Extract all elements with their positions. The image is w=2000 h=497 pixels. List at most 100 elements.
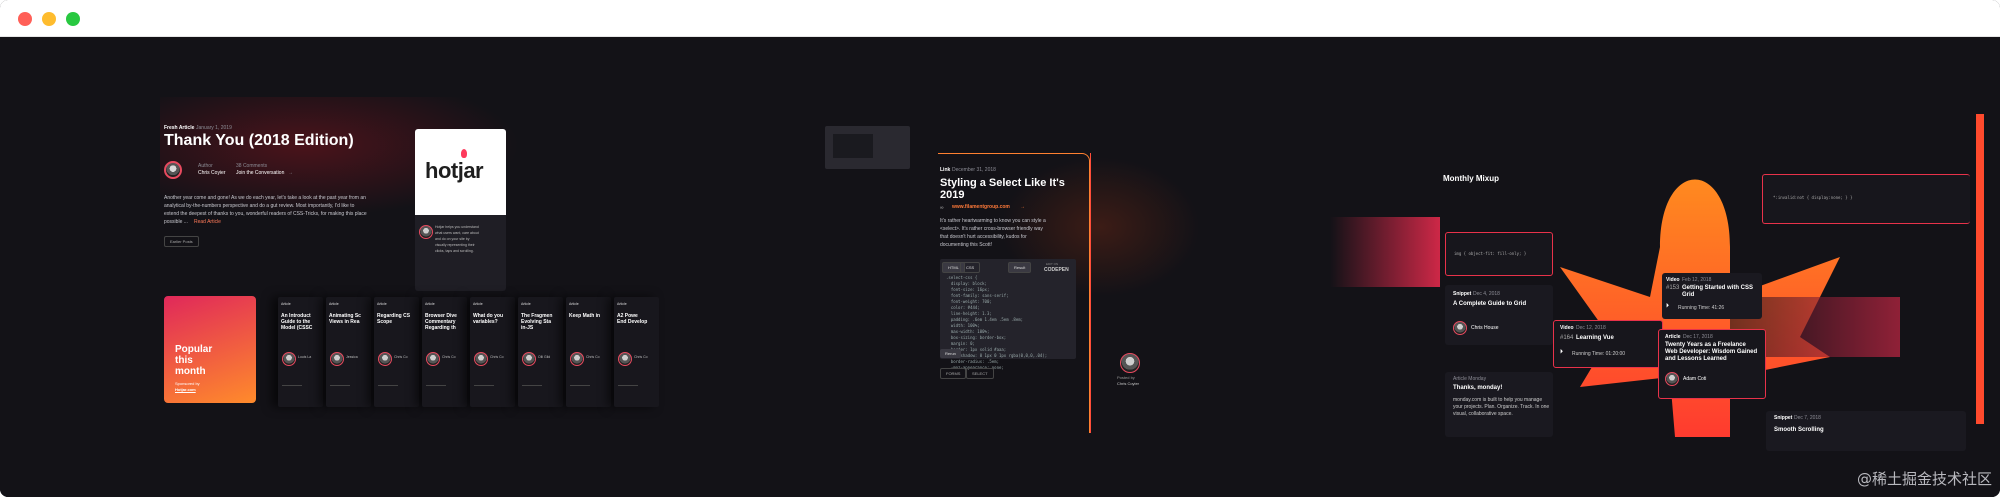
link-body-line: It's rather heartwarming to know you can… xyxy=(940,218,1046,224)
author-role: Author xyxy=(198,163,213,169)
hotjar-wordmark: hotjar xyxy=(425,158,484,183)
sponsor-avatar xyxy=(419,225,433,239)
author-avatar xyxy=(474,352,488,366)
article-excerpt-line: possible ... xyxy=(164,219,188,225)
earlier-posts-button[interactable]: Earlier Posts xyxy=(164,236,199,247)
snippet-card[interactable]: Snippet Dec 4, 2018 A Complete Guide to … xyxy=(1445,285,1553,345)
sponsor-text-line: Hotjar helps you understand xyxy=(435,225,479,229)
video-running-time: Running Time: 01:20:00 xyxy=(1572,351,1626,357)
video-tag: Video xyxy=(1560,325,1574,331)
link-title-line[interactable]: Styling a Select Like It's xyxy=(940,177,1065,189)
monthly-mixup-title: Monthly Mixup xyxy=(1443,174,1499,183)
article-tag: Article xyxy=(521,302,531,306)
sponsor-body-line: monday.com is built to help you manage xyxy=(1453,397,1543,403)
popular-sponsor-label: Sponsored by xyxy=(175,381,200,386)
article-card[interactable]: Article Dec 17, 2018 Twenty Years as a F… xyxy=(1658,329,1766,399)
result-button[interactable]: Result xyxy=(1008,262,1032,273)
author-avatar xyxy=(426,352,440,366)
sponsor-card[interactable]: Article Monday Thanks, monday! monday.co… xyxy=(1445,372,1553,437)
popular-sponsor-link[interactable]: Hotjar.com xyxy=(175,387,196,392)
article-tag: Article xyxy=(425,302,435,306)
sponsor-tag: Article Monday xyxy=(1453,376,1487,382)
snippet-tag: Snippet xyxy=(1453,291,1472,297)
article-author: Jessica xyxy=(346,355,358,359)
card-divider xyxy=(618,385,638,386)
article-title-line: End Develop xyxy=(617,319,648,325)
play-icon[interactable]: ⏵ xyxy=(1666,303,1669,310)
popular-article-card[interactable]: Article Keep Math in Chris Co xyxy=(566,297,611,407)
snippet-author-avatar xyxy=(1453,321,1467,335)
article-title-line: in-JS xyxy=(521,325,534,331)
popular-article-card[interactable]: Article An Introduct Guide to the Model (CS… xyxy=(278,297,323,407)
popular-title-line: month xyxy=(175,366,206,377)
tab-css[interactable]: CSS xyxy=(960,262,981,273)
popular-article-card[interactable]: Article Regarding CS Scope Chris Co xyxy=(374,297,419,407)
comments-link[interactable]: Join the Conversation xyxy=(236,170,284,176)
author-avatar xyxy=(378,352,392,366)
watermark-text: @稀土掘金技术社区 xyxy=(1856,470,1992,488)
video-card[interactable]: Video Feb 12, 2018 #153 Getting Started … xyxy=(1662,273,1762,319)
snippet-title: A Complete Guide to Grid xyxy=(1453,301,1527,307)
article-title-line: Model (CSSC xyxy=(281,325,313,331)
tag-forms[interactable]: FORMS xyxy=(940,368,967,379)
maximize-window-button[interactable] xyxy=(66,12,80,26)
video-number: #164 xyxy=(1560,335,1574,341)
code-card[interactable]: img { object-fit: fill-only; } xyxy=(1445,232,1553,276)
video-running-time: Running Time: 41:26 xyxy=(1678,305,1725,311)
codepen-embed[interactable]: HTML CSS Result EDIT ON CODEPEN .select-… xyxy=(940,259,1076,370)
popular-article-card[interactable]: Article Browser Dive Commentary Regarding t… xyxy=(422,297,467,407)
title-bar xyxy=(0,0,2000,37)
link-icon: ∞ xyxy=(940,205,944,211)
code-snippet: img { object-fit: fill-only; } xyxy=(1454,251,1527,256)
sponsor-card[interactable]: hotjar Hotjar helps you understand what … xyxy=(415,129,506,291)
article-author-avatar xyxy=(1665,372,1679,386)
sponsor-text-line: clicks, taps and scrolling. xyxy=(435,249,474,253)
snippet-author[interactable]: Chris House xyxy=(1471,325,1499,331)
video-date: Dec 12, 2018 xyxy=(1576,325,1606,331)
article-title-line: Web Developer: Wisdom Gained xyxy=(1665,349,1758,355)
article-author: Chris Co xyxy=(586,355,600,359)
popular-article-card[interactable]: Article What do you variables? Chris Co xyxy=(470,297,515,407)
author-name[interactable]: Chris Coyier xyxy=(198,170,226,176)
codepen-logo[interactable]: CODEPEN xyxy=(1044,267,1069,273)
edit-on-label: EDIT ON xyxy=(1046,262,1059,266)
article-title-line: Twenty Years as a Freelance xyxy=(1665,342,1746,348)
link-eyebrow: Link xyxy=(940,167,951,173)
article-title-line: Keep Math in xyxy=(569,313,601,319)
tag-select[interactable]: SELECT xyxy=(966,368,994,379)
close-window-button[interactable] xyxy=(18,12,32,26)
card-divider xyxy=(330,385,350,386)
article-author[interactable]: Adam Coti xyxy=(1683,376,1706,382)
minimize-window-button[interactable] xyxy=(42,12,56,26)
read-article-link[interactable]: Read Article xyxy=(194,219,221,225)
article-title-line: Regarding th xyxy=(425,325,456,331)
sponsor-text-line: what users want, care about xyxy=(435,231,479,235)
rerun-button[interactable]: Rerun xyxy=(940,349,961,358)
article-author: Olli Gild xyxy=(538,355,551,359)
popular-article-card[interactable]: Article A2 Powe End Develop Chris Co xyxy=(614,297,659,407)
snippet-card[interactable]: Snippet Dec 7, 2018 Smooth Scrolling xyxy=(1766,411,1966,451)
author-avatar xyxy=(522,352,536,366)
code-card[interactable]: *:invalid:not { display:none; } } xyxy=(1762,174,1970,224)
popular-article-card[interactable]: Article The Fragmen Evolving Sta in-JS Olli … xyxy=(518,297,563,407)
video-tag: Video xyxy=(1666,277,1680,283)
video-title: Learning Vue xyxy=(1576,335,1614,341)
link-title-line[interactable]: 2019 xyxy=(940,189,964,201)
link-card-edge xyxy=(1090,153,1091,433)
article-tag: Article xyxy=(617,302,627,306)
article-title-line: variables? xyxy=(473,319,498,325)
popular-article-card[interactable]: Article Animating Sc Views in Rea Jessica xyxy=(326,297,371,407)
arrow-right-icon: → xyxy=(1020,204,1025,210)
poster-name[interactable]: Chris Coyier xyxy=(1117,381,1139,386)
external-link[interactable]: www.filamentgroup.com xyxy=(952,204,1010,210)
article-tag: Article xyxy=(1665,334,1681,340)
article-author: Chris Co xyxy=(634,355,648,359)
article-tag: Article xyxy=(281,302,291,306)
video-date: Feb 12, 2018 xyxy=(1682,277,1712,283)
author-avatar xyxy=(330,352,344,366)
article-title[interactable]: Thank You (2018 Edition) xyxy=(164,132,354,150)
popular-this-month-card[interactable]: Popular this month Sponsored by Hotjar.c… xyxy=(164,296,256,403)
play-icon[interactable]: ⏵ xyxy=(1560,349,1563,356)
video-card[interactable]: Video Dec 12, 2018 #164 Learning Vue ⏵ R… xyxy=(1553,320,1663,368)
card-divider xyxy=(522,385,542,386)
